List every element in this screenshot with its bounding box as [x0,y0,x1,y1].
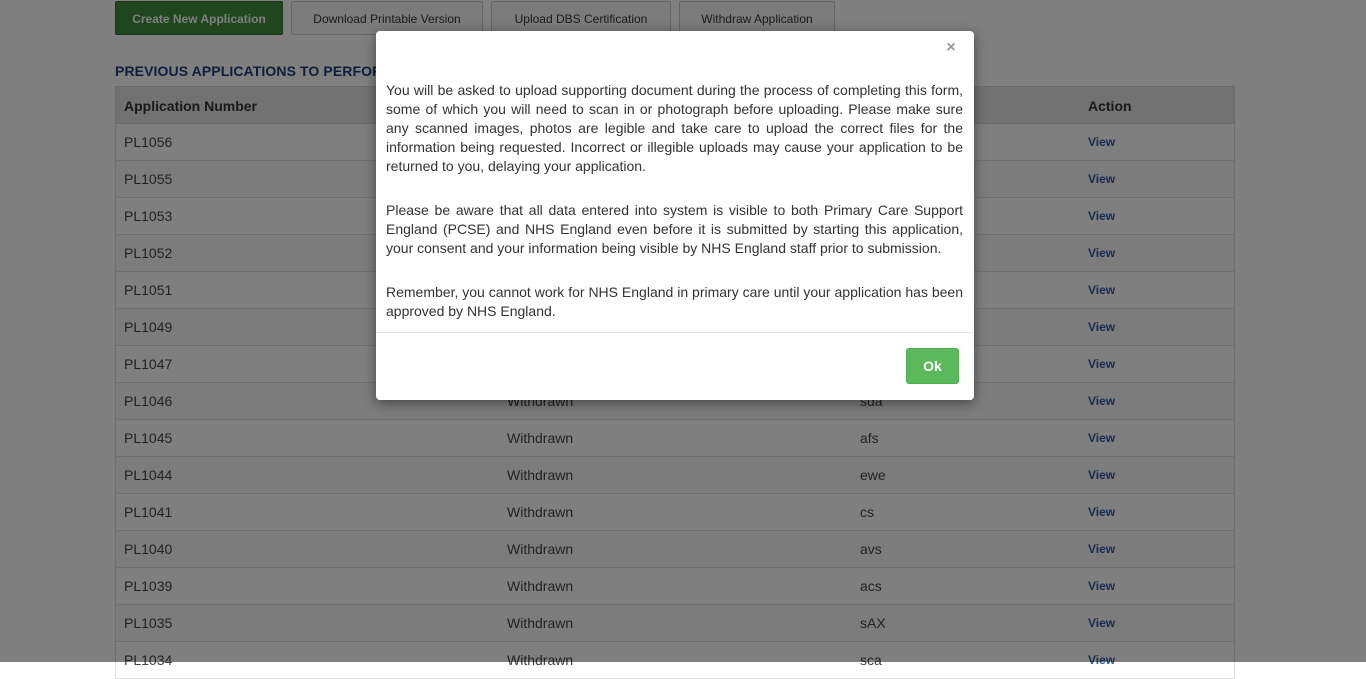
modal-paragraph-upload: You will be asked to upload supporting d… [386,82,963,174]
notice-modal: × You will be asked to upload supporting… [376,31,974,400]
modal-paragraph-approval: Remember, you cannot work for NHS Englan… [386,284,963,319]
modal-divider [376,332,974,333]
close-icon[interactable]: × [944,40,958,56]
modal-body: You will be asked to upload supporting d… [386,81,963,346]
ok-button[interactable]: Ok [906,348,959,384]
modal-paragraph-data-visibility: Please be aware that all data entered in… [386,202,963,256]
page: Create New Application Download Printabl… [0,0,1366,679]
